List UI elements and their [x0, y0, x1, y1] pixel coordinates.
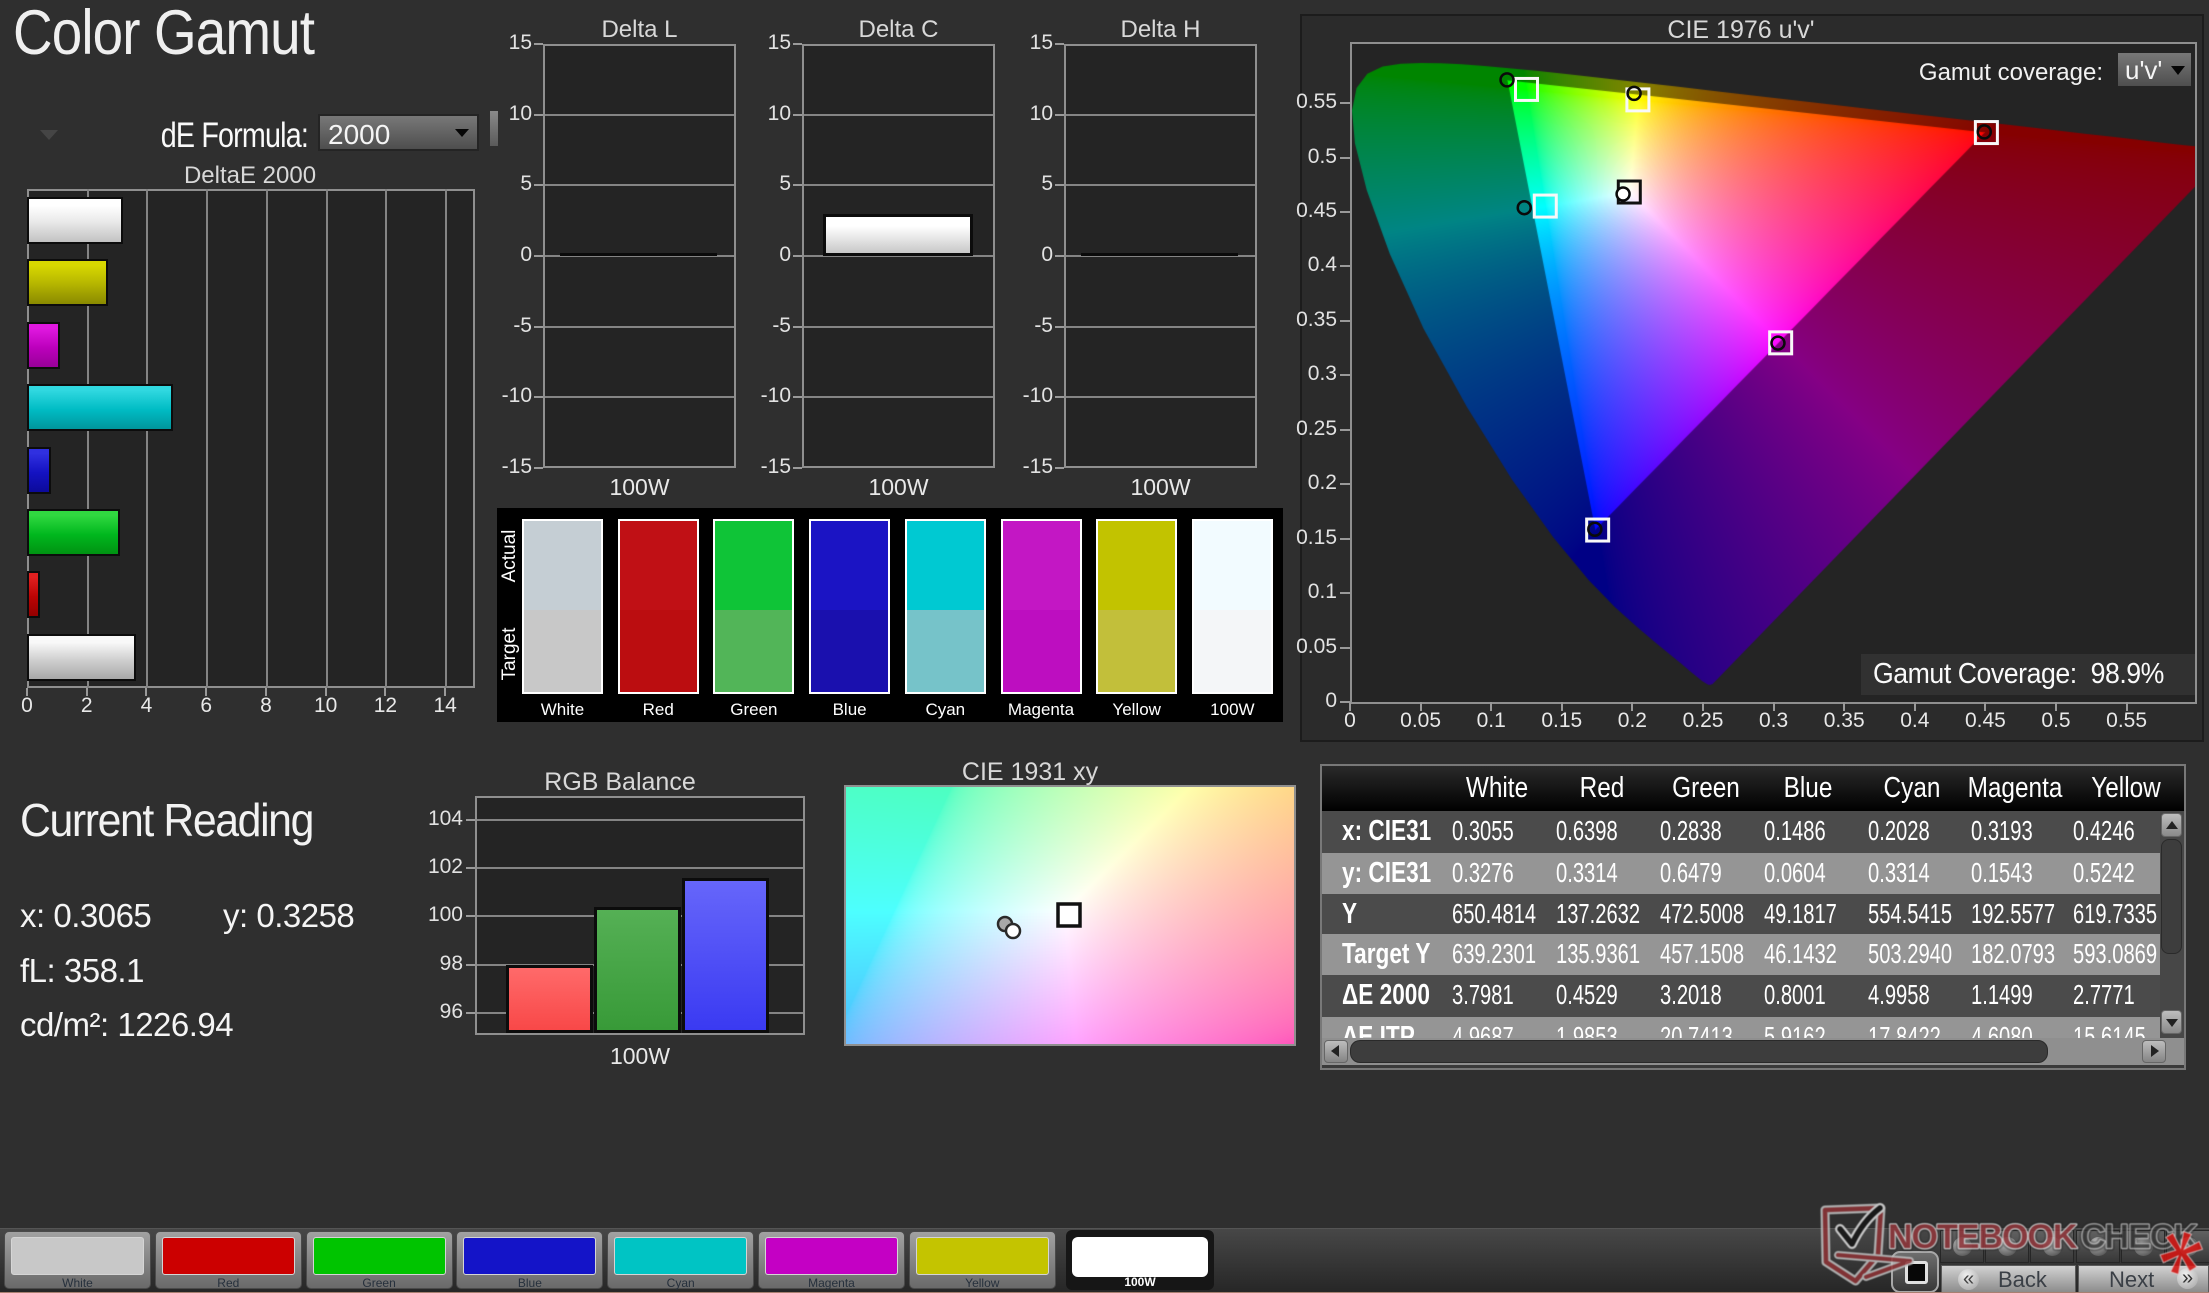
svg-text:NOTEBOOK: NOTEBOOK [1888, 1218, 2078, 1256]
